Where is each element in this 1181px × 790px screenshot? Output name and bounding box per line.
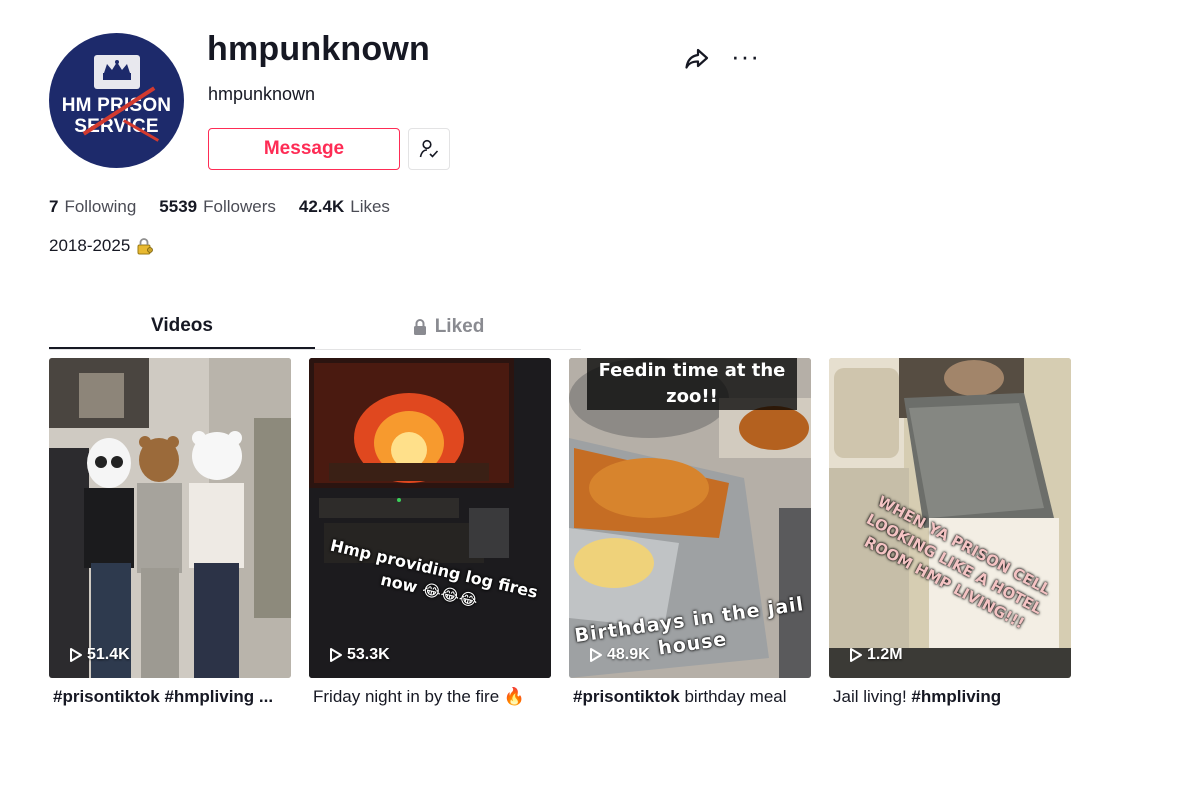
video-caption[interactable]: #prisontiktok #hmpliving ...: [49, 687, 291, 707]
view-count: 53.3K: [329, 646, 390, 664]
more-options-icon[interactable]: ···: [731, 43, 759, 70]
crown-crest-icon: [93, 54, 140, 89]
caption-text: Friday night in by the fire: [313, 687, 500, 706]
followers-label: Followers: [203, 197, 276, 216]
likes-count: 42.4K: [298, 197, 345, 216]
video-grid: 51.4K #prisontiktok #hmpliving ... Hmp p…: [49, 358, 1071, 707]
view-count: 51.4K: [69, 646, 130, 664]
video-caption[interactable]: #prisontiktok birthday meal: [569, 687, 811, 707]
lock-icon: [413, 319, 426, 335]
video-card[interactable]: WHEN YA PRISON CELL LOOKING LIKE A HOTEL…: [829, 358, 1071, 707]
play-icon: [70, 648, 82, 662]
video-thumbnail[interactable]: Hmp providing log fires now 😂😂😂 53.3K: [309, 358, 551, 678]
likes-label: Likes: [350, 197, 390, 216]
user-check-icon: [419, 139, 439, 158]
video-thumbnail[interactable]: Feedin time at the zoo!! Birthdays in th…: [569, 358, 811, 678]
video-overlay-top-text: Feedin time at the zoo!!: [587, 358, 797, 410]
follow-user-button[interactable]: [408, 128, 450, 170]
caption-hashtags[interactable]: #prisontiktok: [573, 687, 680, 706]
fire-emoji-icon: 🔥: [503, 687, 526, 706]
video-thumbnail[interactable]: WHEN YA PRISON CELL LOOKING LIKE A HOTEL…: [829, 358, 1071, 678]
profile-tabs: Videos Liked: [49, 305, 581, 350]
caption-hashtags[interactable]: #prisontiktok #hmpliving ...: [53, 687, 273, 706]
profile-bio: 2018-2025: [49, 236, 155, 256]
message-button[interactable]: Message: [208, 128, 400, 170]
profile-nickname: hmpunknown: [208, 84, 316, 104]
profile-avatar[interactable]: HM PRISON SERVICE: [49, 33, 184, 168]
followers-count: 5539: [159, 197, 198, 216]
caption-text: Jail living!: [833, 687, 912, 706]
thumbnail-scene: [49, 358, 291, 678]
video-thumbnail[interactable]: 51.4K: [49, 358, 291, 678]
thumbnail-scene: [309, 358, 551, 678]
video-card[interactable]: 51.4K #prisontiktok #hmpliving ...: [49, 358, 291, 707]
lock-with-key-icon: [137, 238, 154, 255]
stat-following[interactable]: 7 Following: [49, 197, 136, 217]
video-card[interactable]: Hmp providing log fires now 😂😂😂 53.3K Fr…: [309, 358, 551, 707]
view-count: 48.9K: [589, 646, 650, 664]
video-card[interactable]: Feedin time at the zoo!! Birthdays in th…: [569, 358, 811, 707]
following-count: 7: [49, 197, 59, 216]
video-caption[interactable]: Friday night in by the fire 🔥: [309, 687, 551, 707]
stat-likes: 42.4K Likes: [299, 197, 390, 217]
view-count-text: 48.9K: [607, 646, 650, 663]
play-icon: [850, 648, 862, 662]
view-count: 1.2M: [849, 646, 903, 664]
tab-liked-label: Liked: [434, 316, 485, 337]
bio-text: 2018-2025: [49, 236, 131, 255]
share-icon[interactable]: [683, 45, 711, 73]
view-count-text: 51.4K: [87, 646, 130, 663]
stat-followers[interactable]: 5539 Followers: [159, 197, 276, 217]
play-icon: [590, 648, 602, 662]
caption-hashtags[interactable]: #hmpliving: [911, 687, 1001, 706]
profile-stats: 7 Following 5539 Followers 42.4K Likes: [49, 197, 413, 217]
following-label: Following: [64, 197, 137, 216]
tab-liked[interactable]: Liked: [315, 305, 581, 349]
play-icon: [330, 648, 342, 662]
view-count-text: 53.3K: [347, 646, 390, 663]
video-caption[interactable]: Jail living! #hmpliving: [829, 687, 1071, 707]
caption-text: birthday meal: [679, 687, 787, 706]
profile-username: hmpunknown: [207, 30, 430, 68]
tab-videos[interactable]: Videos: [49, 305, 315, 349]
view-count-text: 1.2M: [867, 646, 903, 663]
